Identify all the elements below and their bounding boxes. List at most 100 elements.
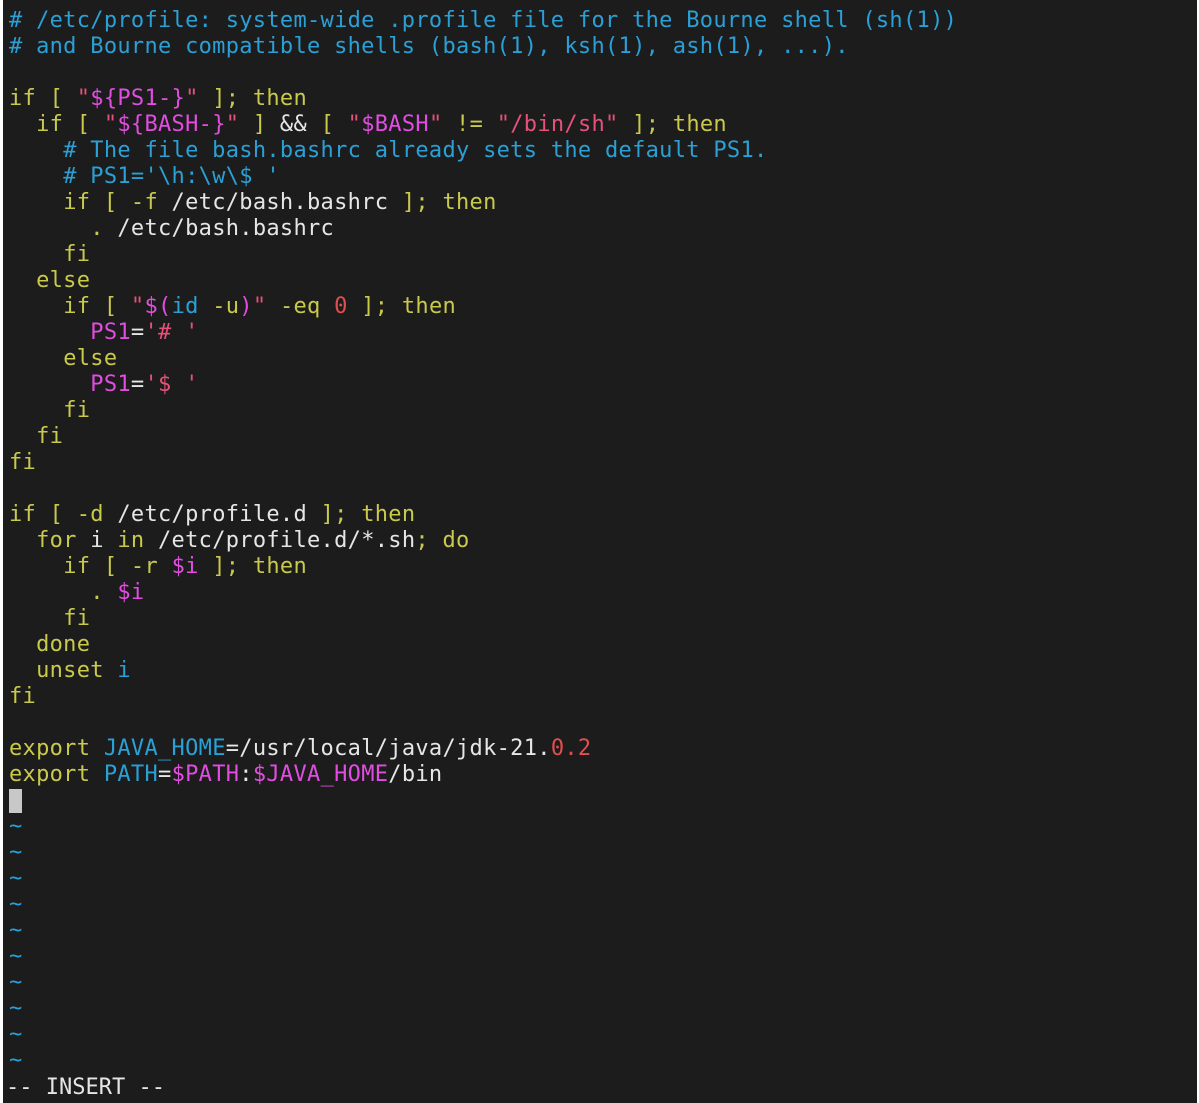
code-line[interactable]: else — [9, 268, 1197, 294]
cursor-line[interactable] — [9, 788, 1197, 814]
code-line[interactable]: if [ -d /etc/profile.d ]; then — [9, 502, 1197, 528]
code-line[interactable] — [9, 710, 1197, 736]
code-token-default — [36, 86, 50, 111]
code-line[interactable]: fi — [9, 606, 1197, 632]
code-token-keyword: export — [9, 736, 91, 761]
code-line[interactable]: # /etc/profile: system-wide .profile fil… — [9, 8, 1197, 34]
code-token-bracket: [ — [103, 190, 118, 215]
code-token-default — [483, 112, 497, 137]
tilde-marker: ~ — [9, 892, 23, 917]
code-line[interactable]: if [ "${PS1-}" ]; then — [9, 86, 1197, 112]
code-token-bracket: [ — [103, 294, 118, 319]
code-token-default: = — [130, 320, 145, 345]
code-token-keyword: -f — [130, 190, 159, 215]
code-token-bracket: ] — [361, 294, 375, 319]
code-token-keyword: ; then — [415, 190, 497, 215]
code-line[interactable] — [9, 476, 1197, 502]
code-token-string: '$ ' — [144, 372, 199, 397]
code-line[interactable]: # and Bourne compatible shells (bash(1),… — [9, 34, 1197, 60]
code-token-default: /etc/profile.d — [103, 502, 321, 527]
code-token-keyword: ; then — [225, 554, 308, 579]
code-token-default: /etc/bash.bashrc — [103, 216, 335, 241]
code-line[interactable]: if [ "$(id -u)" -eq 0 ]; then — [9, 294, 1197, 320]
code-token-keyword: ; then — [334, 502, 416, 527]
code-token-keyword: -r — [130, 554, 159, 579]
code-token-default — [9, 580, 90, 605]
code-line[interactable]: if [ -f /etc/bash.bashrc ]; then — [9, 190, 1197, 216]
code-token-keyword: -d — [76, 502, 104, 527]
code-token-default — [9, 268, 36, 293]
code-token-default — [348, 294, 362, 319]
vim-editor[interactable]: # /etc/profile: system-wide .profile fil… — [3, 0, 1197, 1103]
code-token-keyword: if — [9, 86, 37, 111]
code-token-comment: # and Bourne compatible shells (bash(1),… — [9, 34, 849, 59]
code-line[interactable]: fi — [9, 242, 1197, 268]
code-token-keyword: -eq — [279, 294, 321, 319]
code-token-comment: # PS1='\h:\w\$ ' — [63, 164, 280, 189]
code-token-variable: ) — [239, 294, 253, 319]
code-token-default — [266, 294, 280, 319]
code-token-variable: $i — [117, 580, 145, 605]
code-token-keyword: != — [456, 112, 484, 137]
code-token-keyword: done — [36, 632, 91, 657]
code-line[interactable]: PS1='# ' — [9, 320, 1197, 346]
code-line[interactable]: fi — [9, 450, 1197, 476]
code-line[interactable]: else — [9, 346, 1197, 372]
code-token-bracket: ] — [632, 112, 646, 137]
mode-indicator: -- INSERT -- — [6, 1075, 165, 1100]
code-token-string: "/bin/sh" — [496, 112, 619, 137]
code-token-default — [9, 112, 36, 137]
code-line[interactable]: . $i — [9, 580, 1197, 606]
code-line[interactable]: export JAVA_HOME=/usr/local/java/jdk-21.… — [9, 736, 1197, 762]
code-line[interactable]: fi — [9, 424, 1197, 450]
tilde-marker: ~ — [9, 1048, 23, 1073]
code-line[interactable]: # The file bash.bashrc already sets the … — [9, 138, 1197, 164]
code-line[interactable]: . /etc/bash.bashrc — [9, 216, 1197, 242]
code-token-default — [9, 346, 63, 371]
code-token-default: && — [266, 112, 321, 137]
code-line[interactable]: unset i — [9, 658, 1197, 684]
code-token-keyword: fi — [63, 398, 91, 423]
code-token-bracket: [ — [76, 112, 91, 137]
code-line[interactable]: PS1='$ ' — [9, 372, 1197, 398]
code-line[interactable]: for i in /etc/profile.d/*.sh; do — [9, 528, 1197, 554]
code-line[interactable]: done — [9, 632, 1197, 658]
code-line[interactable]: fi — [9, 684, 1197, 710]
code-token-bracket: [ — [320, 112, 335, 137]
code-token-default — [9, 372, 90, 397]
code-token-ident: PATH — [103, 762, 159, 787]
code-token-default — [90, 762, 104, 787]
code-line[interactable]: # PS1='\h:\w\$ ' — [9, 164, 1197, 190]
code-token-bracket: ] — [401, 190, 416, 215]
code-line[interactable] — [9, 60, 1197, 86]
code-line[interactable]: export PATH=$PATH:$JAVA_HOME/bin — [9, 762, 1197, 788]
code-token-default — [90, 112, 104, 137]
code-buffer[interactable]: # /etc/profile: system-wide .profile fil… — [9, 8, 1197, 788]
code-line[interactable]: if [ -r $i ]; then — [9, 554, 1197, 580]
code-token-keyword: else — [63, 346, 118, 371]
code-token-variable: $i — [171, 554, 199, 579]
code-line[interactable]: fi — [9, 398, 1197, 424]
code-line[interactable]: if [ "${BASH-}" ] && [ "$BASH" != "/bin/… — [9, 112, 1197, 138]
code-token-string: " — [225, 112, 240, 137]
tilde-marker: ~ — [9, 1022, 23, 1047]
tilde-marker: ~ — [9, 918, 23, 943]
code-token-default — [239, 112, 253, 137]
code-token-default — [199, 554, 213, 579]
code-token-keyword: if — [63, 554, 91, 579]
code-token-keyword: . — [90, 580, 104, 605]
code-token-string: " — [130, 294, 145, 319]
code-token-default: /etc/profile.d/*.sh — [144, 528, 416, 553]
code-token-default — [90, 554, 104, 579]
code-token-variable: $JAVA_HOME — [252, 762, 389, 787]
tilde-marker: ~ — [9, 814, 23, 839]
code-token-default — [619, 112, 633, 137]
code-token-default — [9, 190, 63, 215]
tilde-marker: ~ — [9, 840, 23, 865]
code-token-string: " — [428, 112, 443, 137]
code-token-default — [117, 554, 131, 579]
code-token-default — [9, 554, 63, 579]
code-token-default: : — [239, 762, 253, 787]
code-token-default — [321, 294, 335, 319]
code-token-bracket: ] — [212, 86, 226, 111]
